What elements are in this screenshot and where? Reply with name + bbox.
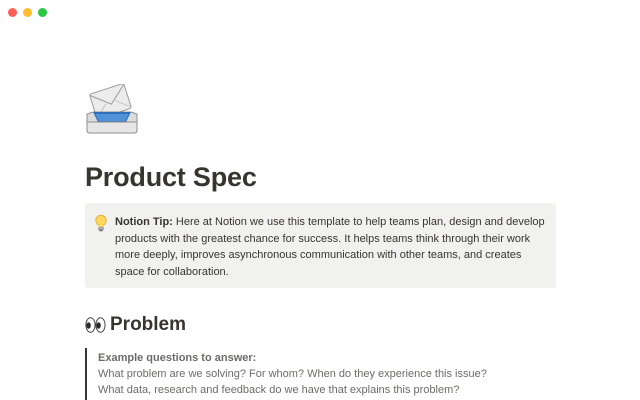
problem-quote-block[interactable]: Example questions to answer: What proble… (85, 348, 555, 400)
quote-line: What problem are we solving? For whom? W… (98, 368, 487, 380)
minimize-window-button[interactable] (23, 8, 32, 17)
notion-page-window: Product Spec Notion Tip: Here at Notion … (0, 0, 640, 400)
callout-body: Here at Notion we use this template to h… (115, 216, 545, 278)
callout-text: Notion Tip: Here at Notion we use this t… (115, 214, 547, 280)
page-title[interactable]: Product Spec (85, 162, 257, 193)
window-controls (8, 8, 47, 17)
quote-line: What data, research and feedback do we h… (98, 384, 460, 396)
problem-heading[interactable]: Problem (85, 314, 186, 336)
maximize-window-button[interactable] (38, 8, 47, 17)
problem-heading-text: Problem (110, 314, 187, 335)
callout-label: Notion Tip: (115, 216, 173, 228)
lightbulb-icon (93, 214, 109, 232)
incoming-envelope-icon[interactable] (85, 83, 139, 138)
eyes-icon (85, 316, 106, 334)
notion-tip-callout[interactable]: Notion Tip: Here at Notion we use this t… (85, 203, 556, 288)
quote-title: Example questions to answer: (98, 352, 257, 364)
close-window-button[interactable] (8, 8, 17, 17)
